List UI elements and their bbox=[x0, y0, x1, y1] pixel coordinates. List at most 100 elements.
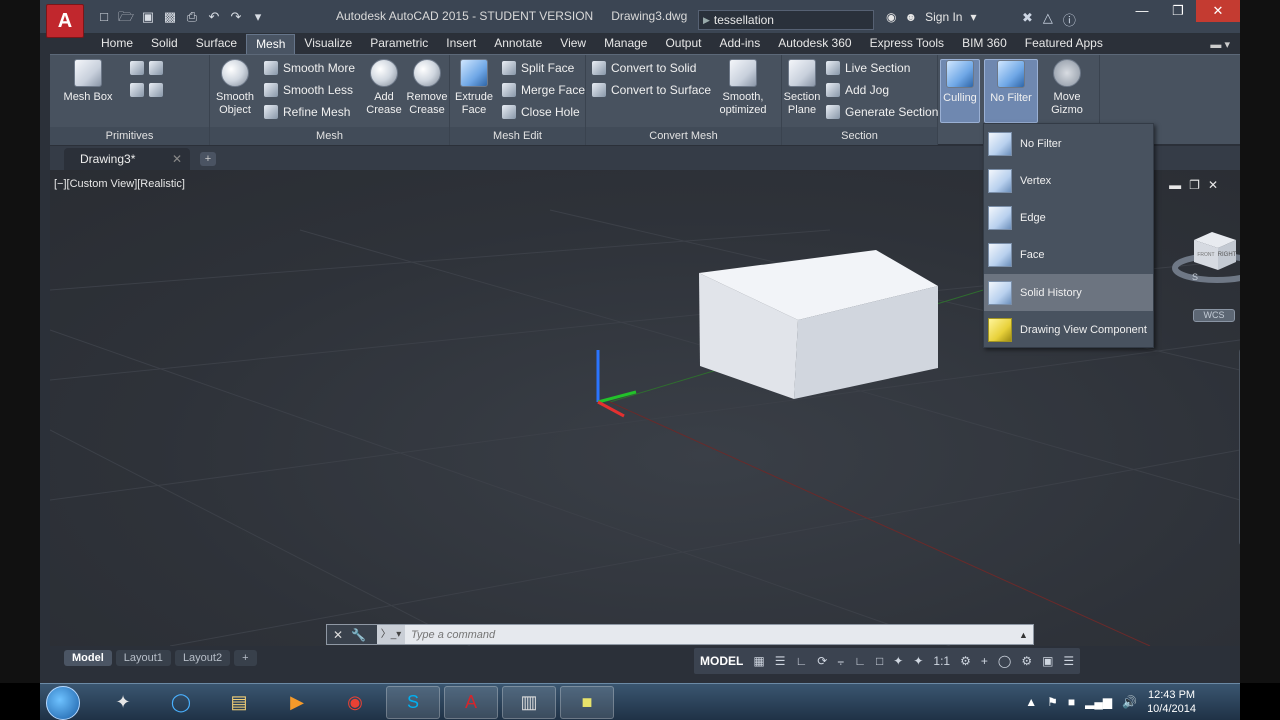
customize-wrench-icon[interactable]: 🔧 bbox=[351, 628, 366, 642]
command-history-icon[interactable]: ▲ bbox=[1019, 630, 1033, 640]
ribbon-options-icon[interactable]: ▬ ▾ bbox=[1210, 38, 1230, 51]
drawing-tab[interactable]: Drawing3* ✕ bbox=[64, 148, 190, 170]
filter-menu-item[interactable]: Face bbox=[984, 236, 1153, 273]
tab-featured-apps[interactable]: Featured Apps bbox=[1016, 34, 1112, 54]
a360-icon[interactable]: △ bbox=[1043, 10, 1053, 29]
viewcube[interactable]: RIGHT FRONT S bbox=[1172, 228, 1240, 288]
filter-menu-item[interactable]: No Filter bbox=[984, 125, 1153, 162]
tab-manage[interactable]: Manage bbox=[595, 34, 656, 54]
add-jog-button[interactable]: Add Jog bbox=[826, 81, 889, 99]
split-face-button[interactable]: Split Face bbox=[502, 59, 574, 77]
qat-dropdown-icon[interactable]: ▾ bbox=[250, 9, 266, 25]
filter-menu-item[interactable]: Solid History bbox=[984, 274, 1153, 311]
undo-icon[interactable]: ↶ bbox=[206, 9, 222, 25]
remove-crease-button[interactable]: Remove Crease bbox=[404, 59, 450, 117]
layout-tab-layout2[interactable]: Layout2 bbox=[174, 650, 231, 666]
smooth-more-button[interactable]: Smooth More bbox=[264, 59, 355, 77]
filter-menu-item[interactable]: Vertex bbox=[984, 162, 1153, 199]
auto-scale-icon[interactable]: ✦ bbox=[913, 654, 923, 668]
convert-to-solid-button[interactable]: Convert to Solid bbox=[592, 59, 696, 77]
layout-tab-model[interactable]: Model bbox=[64, 650, 112, 666]
file-explorer-icon[interactable]: ▤ bbox=[212, 686, 266, 719]
sign-in-link[interactable]: Sign In bbox=[925, 10, 962, 24]
move-gizmo-dropdown[interactable]: Move Gizmo bbox=[1044, 59, 1090, 117]
generate-section-button[interactable]: Generate Section bbox=[826, 103, 938, 121]
refine-mesh-button[interactable]: Refine Mesh bbox=[264, 103, 350, 121]
tab-visualize[interactable]: Visualize bbox=[295, 34, 361, 54]
annotation-visibility-icon[interactable]: ✦ bbox=[893, 654, 903, 668]
application-menu-button[interactable]: A bbox=[46, 4, 84, 38]
binoculars-icon[interactable]: ◉ bbox=[886, 10, 896, 24]
viewport-minimize-icon[interactable]: ▬ bbox=[1169, 178, 1181, 192]
viewport-controls-label[interactable]: [−][Custom View][Realistic] bbox=[54, 178, 185, 190]
add-layout-button[interactable]: + bbox=[234, 650, 257, 666]
workspace-gear-icon[interactable]: ⚙ bbox=[960, 654, 971, 668]
mesh-box-button[interactable]: Mesh Box bbox=[56, 59, 120, 104]
new-tab-button[interactable]: + bbox=[200, 152, 216, 166]
isolate-icon[interactable]: ◯ bbox=[998, 654, 1011, 668]
culling-toggle[interactable]: Culling bbox=[940, 59, 980, 123]
internet-explorer-icon[interactable]: ◯ bbox=[154, 686, 208, 719]
sticky-notes-icon[interactable]: ■ bbox=[560, 686, 614, 719]
filter-menu-item[interactable]: Edge bbox=[984, 199, 1153, 236]
quicklaunch-icon[interactable]: ✦ bbox=[96, 686, 150, 719]
layout-tab-layout1[interactable]: Layout1 bbox=[115, 650, 171, 666]
power-icon[interactable]: ■ bbox=[1068, 695, 1075, 709]
mesh-panel-title[interactable]: Mesh bbox=[210, 127, 449, 145]
save-as-icon[interactable]: ▩ bbox=[162, 9, 178, 25]
object-snap-icon[interactable]: ∟ bbox=[854, 654, 866, 668]
volume-icon[interactable]: 🔊 bbox=[1122, 695, 1137, 709]
recent-commands-icon[interactable]: 〉_▾ bbox=[377, 625, 405, 644]
tab-annotate[interactable]: Annotate bbox=[485, 34, 551, 54]
convert-mesh-panel-title[interactable]: Convert Mesh bbox=[586, 127, 781, 145]
tab-parametric[interactable]: Parametric bbox=[361, 34, 437, 54]
tab-output[interactable]: Output bbox=[656, 34, 710, 54]
no-filter-dropdown[interactable]: No Filter bbox=[984, 59, 1038, 123]
camtasia-icon[interactable]: ▥ bbox=[502, 686, 556, 719]
clock[interactable]: 12:43 PM 10/4/2014 bbox=[1147, 688, 1196, 716]
plus-icon[interactable]: + bbox=[981, 654, 988, 668]
tab-express-tools[interactable]: Express Tools bbox=[861, 34, 953, 54]
minimize-button[interactable]: — bbox=[1124, 0, 1160, 22]
smooth-optimized-button[interactable]: Smooth, optimized bbox=[716, 59, 770, 117]
start-button[interactable] bbox=[46, 686, 80, 720]
command-line-handle[interactable]: ✕ 🔧 bbox=[327, 625, 377, 644]
close-button[interactable]: ✕ bbox=[1196, 0, 1240, 22]
open-file-icon[interactable]: 🗁 bbox=[118, 9, 134, 25]
grid-icon[interactable]: ▦ bbox=[753, 654, 764, 668]
tab-add-ins[interactable]: Add-ins bbox=[711, 34, 770, 54]
wcs-menu[interactable]: WCS bbox=[1193, 309, 1235, 322]
selection-cycling-icon[interactable]: □ bbox=[876, 654, 883, 668]
merge-face-button[interactable]: Merge Face bbox=[502, 81, 585, 99]
isodraft-icon[interactable]: ⨪ bbox=[837, 654, 844, 669]
help-icon[interactable]: ⓘ bbox=[1063, 10, 1076, 29]
filter-menu-item[interactable]: Drawing View Component bbox=[984, 311, 1153, 348]
search-field[interactable]: ▶ tessellation bbox=[698, 10, 874, 30]
viewport-restore-icon[interactable]: ❐ bbox=[1189, 178, 1200, 192]
new-file-icon[interactable]: □ bbox=[96, 9, 112, 25]
close-hole-button[interactable]: Close Hole bbox=[502, 103, 580, 121]
extrude-face-button[interactable]: Extrude Face bbox=[452, 59, 496, 117]
annotation-scale[interactable]: 1:1 bbox=[933, 654, 950, 668]
customize-menu-icon[interactable]: ☰ bbox=[1063, 654, 1074, 668]
save-icon[interactable]: ▣ bbox=[140, 9, 156, 25]
command-input[interactable] bbox=[405, 625, 1019, 644]
redo-icon[interactable]: ↷ bbox=[228, 9, 244, 25]
skype-icon[interactable]: S bbox=[386, 686, 440, 719]
hardware-accel-icon[interactable]: ⚙ bbox=[1021, 654, 1032, 668]
mesh-cylinder-button[interactable] bbox=[130, 59, 163, 77]
chrome-icon[interactable]: ◉ bbox=[328, 686, 382, 719]
tab-home[interactable]: Home bbox=[92, 34, 142, 54]
tab-bim-360[interactable]: BIM 360 bbox=[953, 34, 1016, 54]
tab-surface[interactable]: Surface bbox=[187, 34, 246, 54]
tab-mesh[interactable]: Mesh bbox=[246, 34, 296, 54]
clean-screen-icon[interactable]: ▣ bbox=[1042, 654, 1053, 668]
chevron-down-icon[interactable]: ▾ bbox=[970, 10, 976, 24]
add-crease-button[interactable]: Add Crease bbox=[362, 59, 406, 117]
polar-tracking-icon[interactable]: ⟳ bbox=[817, 654, 827, 668]
tab-view[interactable]: View bbox=[551, 34, 595, 54]
show-hidden-icons[interactable]: ▲ bbox=[1025, 695, 1037, 709]
plot-icon[interactable]: ⎙ bbox=[184, 9, 200, 25]
smooth-object-button[interactable]: Smooth Object bbox=[212, 59, 258, 117]
model-space-button[interactable]: MODEL bbox=[700, 654, 743, 668]
